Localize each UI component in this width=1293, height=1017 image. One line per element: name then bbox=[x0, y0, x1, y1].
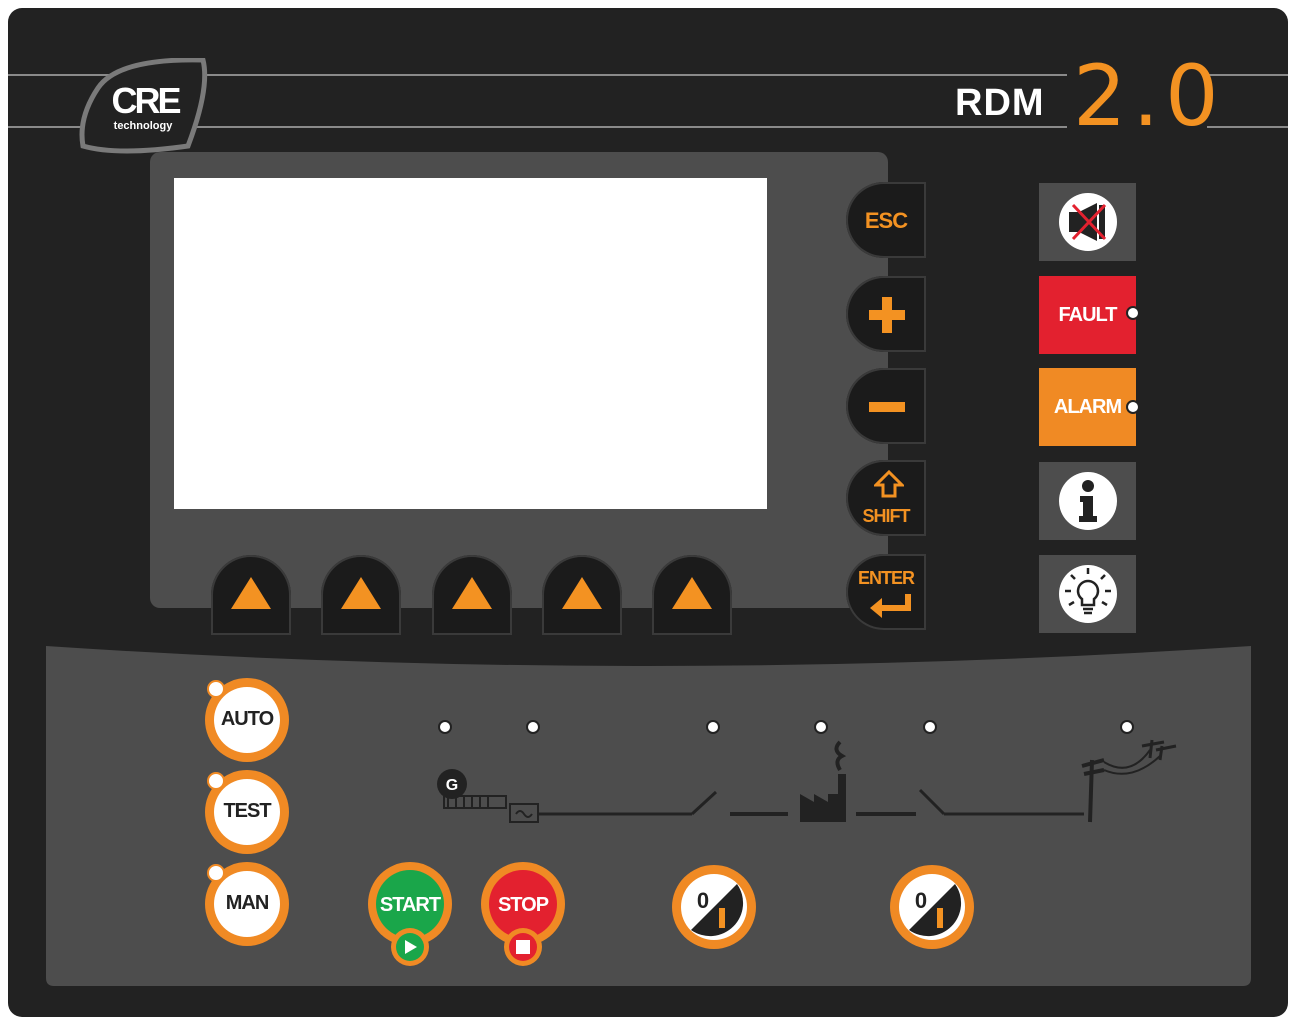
fault-label: FAULT bbox=[1058, 304, 1118, 326]
start-label: START bbox=[379, 894, 441, 916]
open-close-icon: 0 bbox=[890, 865, 974, 949]
man-label: MAN bbox=[225, 892, 270, 914]
synoptic-diagram: G bbox=[437, 739, 1177, 823]
stop-square-icon bbox=[516, 940, 530, 954]
alarm-button[interactable]: ALARM bbox=[1039, 368, 1136, 446]
info-button[interactable] bbox=[1039, 462, 1136, 540]
svg-text:0: 0 bbox=[697, 888, 709, 913]
play-icon bbox=[405, 940, 417, 954]
brand-version: 2.0 bbox=[1073, 47, 1225, 145]
soft-key-4[interactable] bbox=[542, 555, 622, 635]
info-icon bbox=[1059, 472, 1117, 530]
man-mode-button[interactable]: MAN bbox=[205, 862, 289, 946]
soft-key-5[interactable] bbox=[652, 555, 732, 635]
plus-button[interactable] bbox=[846, 276, 926, 352]
generator-label: G bbox=[446, 777, 458, 794]
enter-button[interactable]: ENTER bbox=[846, 554, 926, 630]
test-led bbox=[207, 772, 225, 790]
fault-led bbox=[1126, 306, 1140, 320]
svg-text:0: 0 bbox=[915, 888, 927, 913]
alarm-label: ALARM bbox=[1053, 396, 1122, 418]
esc-button[interactable]: ESC bbox=[846, 182, 926, 258]
cre-logo: CRE technology bbox=[78, 57, 208, 154]
enter-arrow-icon bbox=[870, 594, 911, 618]
mains-breaker-symbol bbox=[918, 788, 946, 816]
shift-arrow-icon bbox=[874, 470, 904, 498]
fault-button[interactable]: FAULT bbox=[1039, 276, 1136, 354]
lamp-test-icon bbox=[1059, 565, 1117, 623]
triangle-up-icon bbox=[672, 577, 712, 609]
triangle-up-icon bbox=[562, 577, 602, 609]
auto-led bbox=[207, 680, 225, 698]
stop-button[interactable]: STOP bbox=[481, 862, 565, 966]
stop-label: STOP bbox=[497, 894, 549, 916]
horn-mute-icon bbox=[1059, 193, 1117, 251]
soft-key-2[interactable] bbox=[321, 555, 401, 635]
brand: RDM 2.0 bbox=[955, 54, 1219, 140]
logo-mark: CRE bbox=[111, 80, 181, 121]
factory-icon bbox=[800, 774, 846, 822]
triangle-up-icon bbox=[341, 577, 381, 609]
test-mode-button[interactable]: TEST bbox=[205, 770, 289, 854]
auto-mode-button[interactable]: AUTO bbox=[205, 678, 289, 762]
triangle-up-icon bbox=[452, 577, 492, 609]
shift-button[interactable]: SHIFT bbox=[846, 460, 926, 536]
plus-icon-vertical bbox=[882, 297, 892, 333]
mains-breaker-toggle-button[interactable]: 0 bbox=[889, 864, 975, 950]
open-close-icon: 0 bbox=[672, 865, 756, 949]
shift-label: SHIFT bbox=[862, 506, 911, 526]
minus-button[interactable] bbox=[846, 368, 926, 444]
lcd-display bbox=[174, 178, 767, 509]
horn-mute-button[interactable] bbox=[1039, 183, 1136, 261]
enter-label: ENTER bbox=[857, 568, 915, 588]
man-led bbox=[207, 864, 225, 882]
triangle-up-icon bbox=[231, 577, 271, 609]
mains-pylon-icon bbox=[1081, 758, 1105, 823]
alarm-led bbox=[1126, 400, 1140, 414]
genset-breaker-symbol bbox=[690, 790, 718, 816]
test-label: TEST bbox=[223, 800, 271, 822]
brand-model: RDM bbox=[955, 82, 1045, 124]
start-button[interactable]: START bbox=[368, 862, 452, 966]
genset-breaker-toggle-button[interactable]: 0 bbox=[671, 864, 757, 950]
lamp-test-button[interactable] bbox=[1039, 555, 1136, 633]
logo-subtitle: technology bbox=[113, 120, 173, 132]
esc-label: ESC bbox=[864, 208, 908, 233]
soft-key-3[interactable] bbox=[432, 555, 512, 635]
soft-key-1[interactable] bbox=[211, 555, 291, 635]
auto-label: AUTO bbox=[220, 708, 274, 730]
minus-icon bbox=[869, 402, 905, 412]
